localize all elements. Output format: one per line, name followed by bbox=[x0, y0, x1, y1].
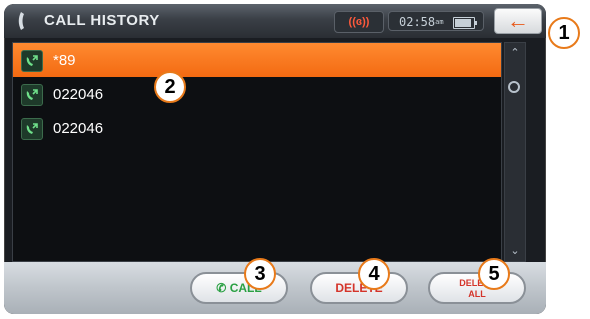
call-number: 022046 bbox=[53, 120, 104, 137]
callout-marker-1: 1 bbox=[548, 17, 580, 49]
call-list-item[interactable]: 022046 bbox=[13, 111, 501, 145]
scroll-down-button[interactable]: ⌄ bbox=[506, 242, 524, 260]
battery-icon bbox=[453, 17, 477, 29]
battery-fill bbox=[455, 19, 471, 27]
callout-marker-5: 5 bbox=[478, 258, 510, 290]
call-history-list: *89 022046 022046 bbox=[12, 42, 502, 262]
outgoing-call-icon bbox=[21, 84, 43, 106]
title-bar: CALL HISTORY ((ɞ)) 02:58am ← bbox=[4, 4, 546, 38]
back-button[interactable]: ← bbox=[494, 8, 542, 34]
scroll-thumb[interactable] bbox=[508, 81, 520, 93]
clock-time: 02:58 bbox=[399, 15, 436, 29]
delete-all-button[interactable]: DELETE ALL bbox=[428, 272, 526, 304]
call-list-item[interactable]: 022046 bbox=[13, 77, 501, 111]
delete-all-label-line2: ALL bbox=[468, 289, 486, 299]
callout-marker-4: 4 bbox=[358, 258, 390, 290]
callout-marker-2: 2 bbox=[154, 71, 186, 103]
delete-all-label-line1: DELETE bbox=[459, 278, 495, 288]
outgoing-call-icon bbox=[21, 50, 43, 72]
call-icon: ✆ bbox=[216, 281, 230, 295]
bluetooth-status-badge: ((ɞ)) bbox=[334, 11, 384, 33]
phone-handset-icon bbox=[18, 12, 24, 30]
call-number: 022046 bbox=[53, 86, 104, 103]
clock-display: 02:58am bbox=[388, 11, 484, 31]
outgoing-call-icon bbox=[21, 118, 43, 140]
call-list-item[interactable]: *89 bbox=[13, 43, 501, 77]
callout-marker-3: 3 bbox=[244, 258, 276, 290]
clock-ampm: am bbox=[435, 18, 444, 26]
call-number: *89 bbox=[53, 52, 76, 69]
scroll-up-button[interactable]: ⌃ bbox=[506, 44, 524, 62]
page-title: CALL HISTORY bbox=[44, 12, 160, 29]
scrollbar[interactable]: ⌃ ⌄ bbox=[504, 42, 526, 262]
